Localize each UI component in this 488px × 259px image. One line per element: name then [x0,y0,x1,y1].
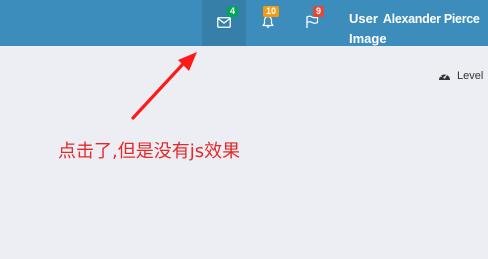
annotation-note: 点击了,但是没有js效果 [58,141,241,162]
red-arrow-annotation [131,52,197,120]
